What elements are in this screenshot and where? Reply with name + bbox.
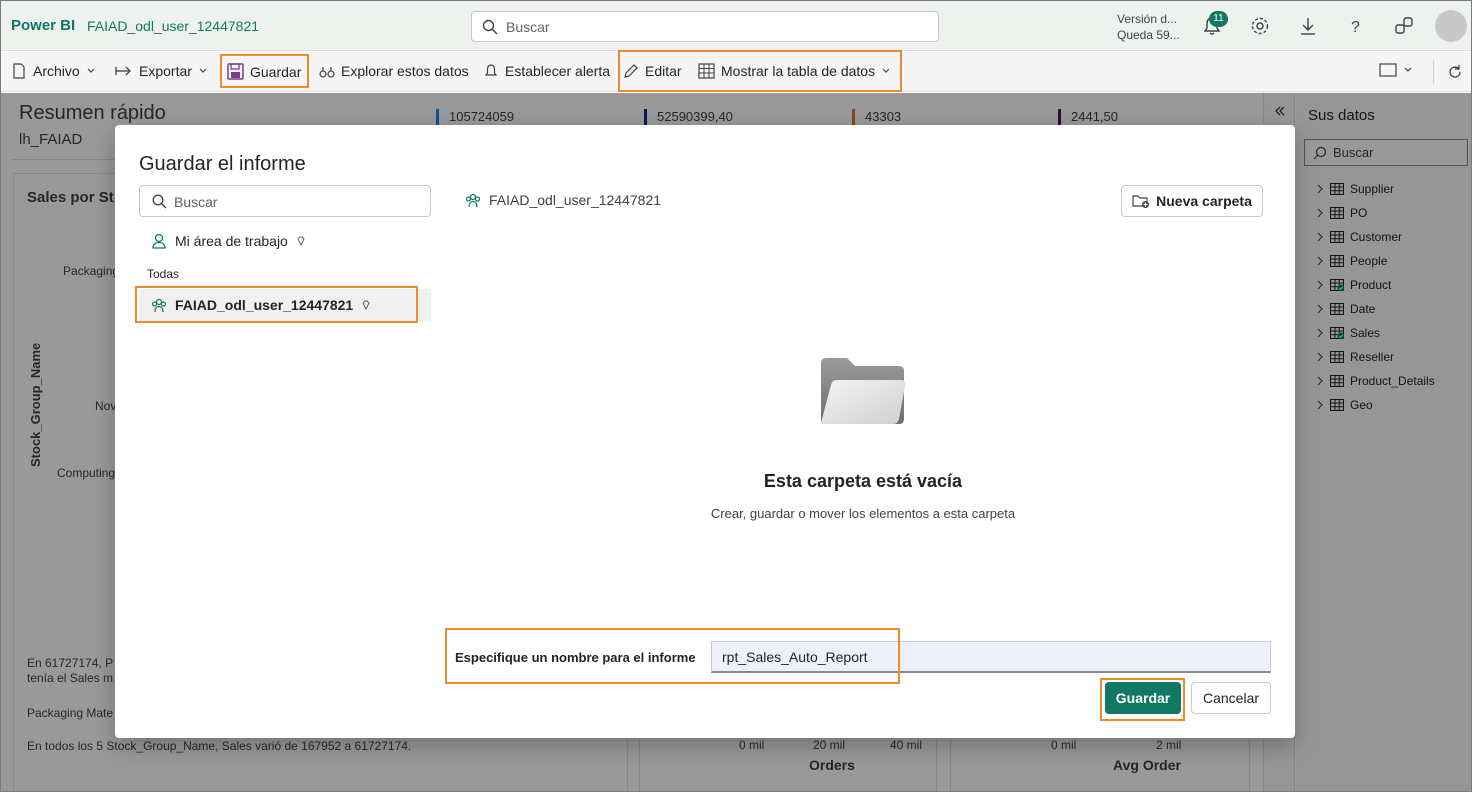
alerta-button[interactable]: Establecer alerta xyxy=(483,63,610,79)
cancel-button[interactable]: Cancelar xyxy=(1191,682,1271,714)
diamond-icon xyxy=(297,236,305,246)
share-icon[interactable] xyxy=(1393,15,1415,37)
window-icon xyxy=(1379,63,1397,77)
my-workspace-label: Mi área de trabajo xyxy=(175,233,288,249)
archivo-label: Archivo xyxy=(33,63,80,79)
top-search-placeholder: Buscar xyxy=(506,19,550,35)
breadcrumb: FAIAD_odl_user_12447821 xyxy=(465,192,661,208)
bell-icon xyxy=(484,64,498,76)
section-label-all: Todas xyxy=(147,267,180,281)
exportar-label: Exportar xyxy=(139,63,192,79)
download-icon[interactable] xyxy=(1297,15,1319,37)
trial-status[interactable]: Versión d... Queda 59... xyxy=(1117,11,1180,43)
export-icon xyxy=(115,66,131,76)
workspace-highlight xyxy=(135,286,418,323)
archivo-menu[interactable]: Archivo xyxy=(11,63,96,79)
edit-group-highlight xyxy=(618,50,902,92)
search-icon xyxy=(152,194,167,209)
name-field-highlight xyxy=(445,628,900,684)
chevron-down-icon xyxy=(1404,67,1412,72)
toolbar-divider xyxy=(1433,60,1434,84)
trial-line-1: Versión d... xyxy=(1117,12,1178,26)
exportar-menu[interactable]: Exportar xyxy=(115,63,208,79)
my-workspace-item[interactable]: Mi área de trabajo xyxy=(151,233,306,249)
alerta-label: Establecer alerta xyxy=(505,63,611,79)
refresh-icon[interactable] xyxy=(1447,64,1463,80)
explorar-label: Explorar estos datos xyxy=(341,63,469,79)
folder-add-icon xyxy=(1132,195,1150,208)
person-icon xyxy=(152,233,166,249)
dialog-search-input[interactable]: Buscar xyxy=(139,185,431,217)
chevron-down-icon xyxy=(87,68,95,73)
guardar-highlight xyxy=(220,54,309,88)
dialog-title: Guardar el informe xyxy=(139,153,306,175)
chevron-down-icon xyxy=(199,68,207,73)
empty-folder-title: Esta carpeta está vacía xyxy=(763,471,963,491)
top-search-box[interactable]: Buscar xyxy=(471,11,939,42)
explorar-button[interactable]: Explorar estos datos xyxy=(319,63,469,79)
folder-icon xyxy=(821,358,906,424)
binoculars-icon xyxy=(319,67,335,78)
top-bar: Power BI FAIAD_odl_user_12447821 Buscar … xyxy=(1,1,1471,51)
file-icon xyxy=(13,63,25,79)
new-folder-label: Nueva carpeta xyxy=(1156,193,1252,209)
empty-folder-subtitle: Crear, guardar o mover los elementos a e… xyxy=(710,506,1016,521)
brand-logo[interactable]: Power BI xyxy=(11,17,75,34)
help-icon[interactable]: ? xyxy=(1345,15,1367,37)
new-folder-button[interactable]: Nueva carpeta xyxy=(1121,185,1263,217)
breadcrumb-label: FAIAD_odl_user_12447821 xyxy=(489,192,662,208)
trial-line-2: Queda 59... xyxy=(1117,28,1180,42)
workspace-title[interactable]: FAIAD_odl_user_12447821 xyxy=(87,18,259,34)
avatar[interactable] xyxy=(1435,10,1467,42)
save-button-highlight xyxy=(1100,678,1185,721)
app-window: Power BI FAIAD_odl_user_12447821 Buscar … xyxy=(0,0,1472,792)
dialog-search-placeholder: Buscar xyxy=(174,194,218,210)
workspace-icon xyxy=(465,193,481,208)
notification-badge: 11 xyxy=(1209,11,1228,27)
gear-icon[interactable] xyxy=(1249,15,1271,37)
view-menu[interactable] xyxy=(1379,63,1413,77)
search-icon xyxy=(482,19,498,35)
svg-text:?: ? xyxy=(1351,19,1360,36)
